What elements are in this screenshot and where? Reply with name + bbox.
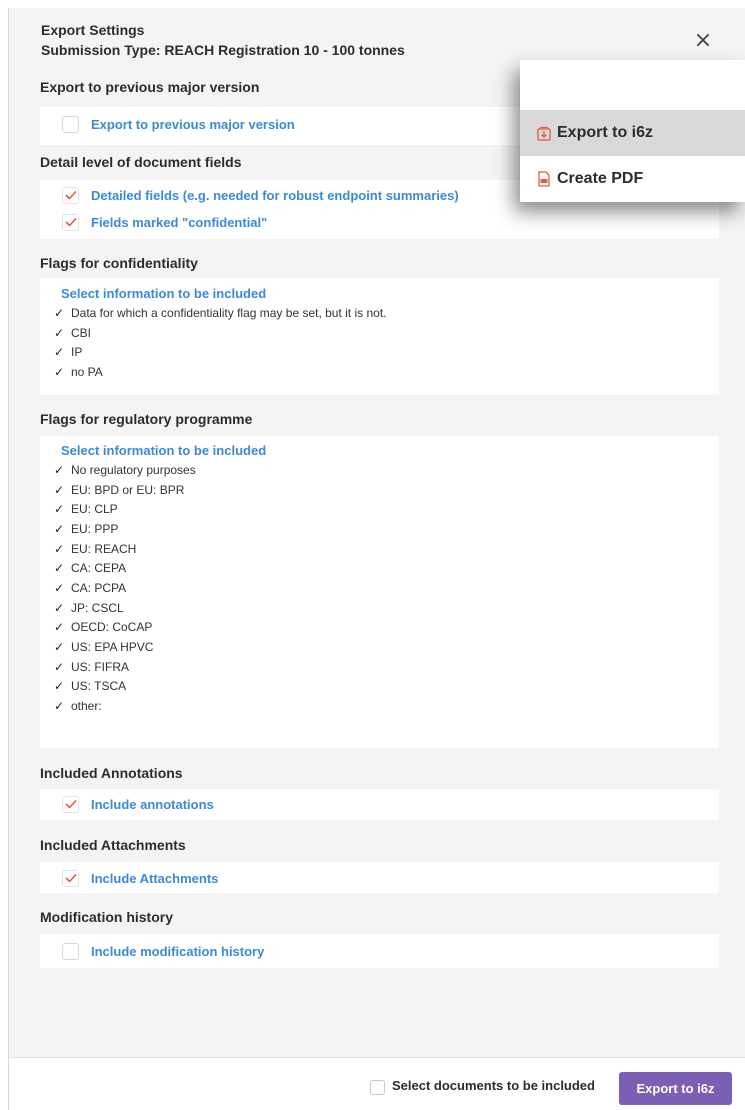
dialog-footer: Select documents to be included Export t… — [9, 1057, 745, 1110]
option-label: Export to previous major version — [91, 116, 295, 132]
check-icon: ✓ — [54, 502, 65, 517]
list-item: ✓ US: FIFRA — [54, 659, 130, 674]
option-label: Fields marked "confidential" — [91, 214, 268, 230]
check-icon: ✓ — [54, 620, 65, 635]
check-icon: ✓ — [54, 640, 65, 655]
menu-item-label: Create PDF — [557, 170, 644, 187]
select-documents-checkbox[interactable] — [370, 1080, 385, 1095]
select-information-link[interactable]: Select information to be included — [61, 286, 266, 301]
option-label: Detailed fields (e.g. needed for robust … — [91, 187, 459, 203]
list-item: ✓ no PA — [54, 364, 103, 379]
list-item: ✓ CA: PCPA — [54, 580, 127, 595]
option-label: Include Attachments — [91, 870, 219, 886]
panel-annotations: Include annotations — [40, 789, 719, 820]
list-item: ✓ CBI — [54, 325, 92, 340]
checkbox[interactable] — [62, 869, 79, 887]
option-include-annotations[interactable]: Include annotations — [62, 794, 214, 814]
select-documents-label[interactable]: Select documents to be included — [392, 1078, 595, 1093]
section-title-detail-level: Detail level of document fields — [40, 154, 242, 170]
list-item: ✓ EU: BPD or EU: BPR — [54, 482, 185, 497]
section-title-previous-version: Export to previous major version — [40, 79, 260, 95]
checkbox[interactable] — [62, 115, 79, 133]
section-title-annotations: Included Annotations — [40, 765, 183, 781]
checkbox[interactable] — [62, 795, 79, 813]
option-label: Include annotations — [91, 796, 214, 812]
list-item: ✓ US: TSCA — [54, 679, 127, 694]
list-item: ✓ CA: CEPA — [54, 561, 127, 576]
check-icon: ✓ — [54, 482, 65, 497]
section-title-attachments: Included Attachments — [40, 837, 186, 853]
regulatory-flag-list: ✓ No regulatory purposes ✓ EU: BPD or EU: … — [54, 460, 196, 716]
checkmark-icon — [64, 799, 77, 809]
list-item: ✓ EU: CLP — [54, 502, 118, 517]
checkbox[interactable] — [62, 186, 79, 204]
check-icon: ✓ — [54, 305, 65, 320]
option-include-attachments[interactable]: Include Attachments — [62, 868, 218, 888]
check-icon: ✓ — [54, 659, 65, 674]
checkbox[interactable] — [62, 942, 79, 960]
checkmark-icon — [64, 217, 77, 227]
list-item: ✓ EU: PPP — [54, 521, 119, 536]
option-include-history[interactable]: Include modification history — [62, 941, 264, 961]
panel-confidentiality: Select information to be included ✓ Data … — [40, 278, 719, 395]
panel-regulatory: Select information to be included ✓ No re… — [40, 436, 719, 748]
list-item: ✓ OECD: CoCAP — [54, 620, 153, 635]
list-item: ✓ other: — [54, 699, 102, 714]
confidentiality-flag-list: ✓ Data for which a confidentiality flag m… — [54, 303, 387, 382]
list-item: ✓ US: EPA HPVC — [54, 640, 154, 655]
close-icon[interactable]: × — [692, 30, 714, 52]
menu-item-label: Export to i6z — [557, 124, 654, 141]
list-item: ✓ JP: CSCL — [54, 600, 124, 615]
check-icon: ✓ — [54, 699, 65, 714]
select-information-link[interactable]: Select information to be included — [61, 443, 266, 458]
check-icon: ✓ — [54, 521, 65, 536]
section-title-regulatory: Flags for regulatory programme — [40, 411, 253, 427]
check-icon: ✓ — [54, 600, 65, 615]
check-icon: ✓ — [54, 462, 65, 477]
option-label: Include modification history — [91, 943, 265, 959]
option-detailed-fields[interactable]: Detailed fields (e.g. needed for robust … — [62, 185, 459, 205]
export-context-menu: Export to i6z Create PDF — [520, 60, 745, 202]
checkbox[interactable] — [62, 213, 79, 231]
check-icon: ✓ — [54, 561, 65, 576]
menu-item-create-pdf[interactable]: Create PDF — [520, 156, 745, 202]
export-i6z-button[interactable]: Export to i6z — [619, 1072, 732, 1105]
check-icon: ✓ — [54, 541, 65, 556]
list-item: ✓ Data for which a confidentiality flag m… — [54, 305, 387, 320]
panel-history: Include modification history — [40, 934, 719, 968]
checkmark-icon — [64, 873, 77, 883]
dialog-subtitle: Submission Type: REACH Registration 10 -… — [41, 42, 405, 58]
option-fields-confidential[interactable]: Fields marked "confidential" — [62, 212, 267, 232]
list-item: ✓ No regulatory purposes — [54, 462, 196, 477]
menu-item-export-i6z[interactable]: Export to i6z — [520, 110, 745, 156]
dialog-header: Export Settings Submission Type: REACH R… — [41, 20, 405, 60]
check-icon: ✓ — [54, 345, 65, 360]
panel-attachments: Include Attachments — [40, 862, 719, 893]
check-icon: ✓ — [54, 679, 65, 694]
list-item: ✓ EU: REACH — [54, 541, 137, 556]
dialog-title: Export Settings — [41, 22, 145, 38]
export-i6z-icon — [537, 126, 551, 141]
check-icon: ✓ — [54, 364, 65, 379]
checkmark-icon — [64, 190, 77, 200]
pdf-icon — [538, 171, 550, 187]
check-icon: ✓ — [54, 580, 65, 595]
check-icon: ✓ — [54, 325, 65, 340]
list-item: ✓ IP — [54, 345, 83, 360]
option-export-previous-version[interactable]: Export to previous major version — [62, 114, 295, 134]
section-title-history: Modification history — [40, 909, 173, 925]
section-title-confidentiality: Flags for confidentiality — [40, 255, 198, 271]
